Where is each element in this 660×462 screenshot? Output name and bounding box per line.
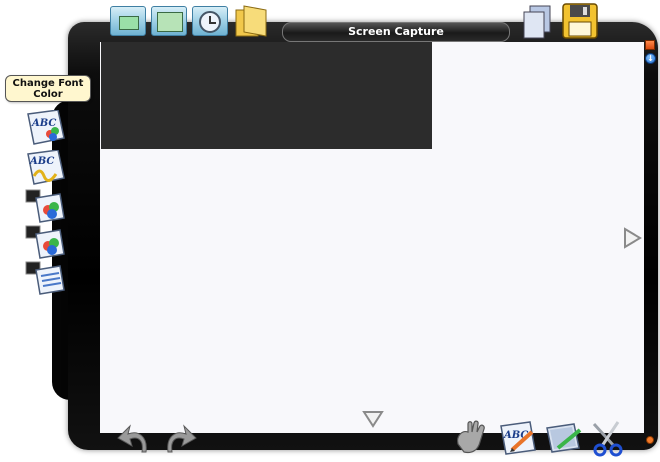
abc-pen-icon[interactable]: ABC xyxy=(498,418,538,458)
close-button[interactable] xyxy=(645,40,655,50)
redo-icon[interactable] xyxy=(160,422,198,456)
undo-icon[interactable] xyxy=(116,422,154,456)
line-style-button[interactable] xyxy=(24,260,68,296)
folder-icon[interactable] xyxy=(234,4,268,38)
font-style-button[interactable]: ABC xyxy=(24,150,68,186)
svg-text:ABC: ABC xyxy=(29,156,54,167)
floppy-disk-icon[interactable] xyxy=(561,2,599,40)
window-icon xyxy=(119,16,139,30)
change-font-color-button[interactable]: ABC xyxy=(24,110,68,146)
resize-handle[interactable] xyxy=(646,436,654,444)
window-title: Screen Capture xyxy=(282,22,510,42)
pages-icon[interactable] xyxy=(520,4,554,40)
border-color-button[interactable] xyxy=(24,224,68,260)
captured-dark-region xyxy=(101,42,432,149)
timer-button[interactable] xyxy=(192,6,228,36)
fullscreen-icon xyxy=(157,12,183,32)
fill-color-button[interactable] xyxy=(24,188,68,224)
expand-down-arrow-icon[interactable] xyxy=(362,410,384,428)
next-arrow-icon[interactable] xyxy=(622,227,642,249)
tooltip: Change Font Color xyxy=(5,75,91,102)
clock-icon xyxy=(199,11,221,33)
grab-hand-icon[interactable] xyxy=(452,418,492,458)
scissors-icon[interactable] xyxy=(588,418,628,458)
svg-text:ABC: ABC xyxy=(31,118,56,129)
screen-pen-icon[interactable] xyxy=(544,418,584,458)
scroll-down-icon[interactable]: ↓ xyxy=(645,53,656,64)
fullscreen-mode-button[interactable] xyxy=(151,6,187,36)
window-mode-button[interactable] xyxy=(110,6,146,36)
